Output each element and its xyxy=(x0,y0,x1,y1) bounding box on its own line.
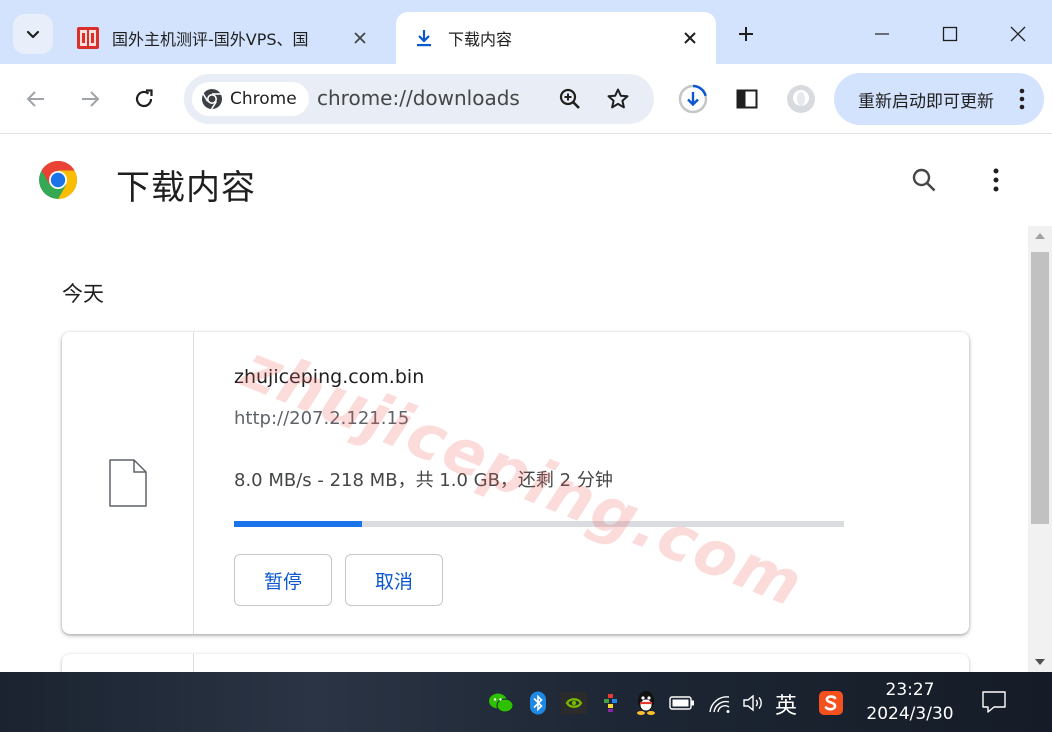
download-status: 8.0 MB/s - 218 MB，共 1.0 GB，还剩 2 分钟 xyxy=(234,470,613,491)
file-icon-column xyxy=(62,332,194,634)
chrome-chip[interactable]: Chrome xyxy=(192,82,309,116)
side-panel-button[interactable] xyxy=(727,79,767,119)
reload-button[interactable] xyxy=(124,79,164,119)
download-progress-bar xyxy=(234,521,844,527)
update-label: 重新启动即可更新 xyxy=(858,91,994,112)
more-vert-icon xyxy=(1019,88,1025,110)
clock-time: 23:27 xyxy=(885,680,935,700)
minimize-icon xyxy=(875,33,889,35)
tab-strip: 国外主机测评-国外VPS、国 下载内容 xyxy=(0,0,1052,64)
scroll-down-icon[interactable] xyxy=(1034,658,1046,666)
app-tray-icon[interactable] xyxy=(598,690,624,716)
download-progress-icon xyxy=(678,84,708,114)
toolbar: Chrome chrome://downloads 重新启动即可更新 xyxy=(0,64,1052,134)
more-vert-icon xyxy=(993,168,999,192)
page-title: 下载内容 xyxy=(116,168,256,208)
close-icon xyxy=(1010,26,1026,42)
system-clock[interactable]: 23:27 2024/3/30 xyxy=(860,678,960,726)
download-filename[interactable]: zhujiceping.com.bin xyxy=(234,366,424,388)
input-method-indicator[interactable]: 英 xyxy=(775,688,797,720)
qq-icon[interactable] xyxy=(633,690,659,716)
progress-fill xyxy=(234,521,363,527)
pause-button[interactable]: 暂停 xyxy=(234,554,332,606)
new-tab-button[interactable] xyxy=(730,18,762,50)
bookmark-button[interactable] xyxy=(601,82,635,116)
profile-button[interactable] xyxy=(781,79,821,119)
tab-search-button[interactable] xyxy=(13,14,53,54)
close-tab-icon[interactable] xyxy=(348,26,372,50)
wechat-icon[interactable] xyxy=(488,690,514,716)
relaunch-update-button[interactable]: 重新启动即可更新 xyxy=(834,73,1044,125)
arrow-right-icon xyxy=(82,91,100,107)
scrollbar-thumb[interactable] xyxy=(1031,252,1049,524)
search-icon xyxy=(912,168,936,192)
zoom-button[interactable] xyxy=(553,82,587,116)
scroll-up-icon[interactable] xyxy=(1034,232,1046,240)
star-icon xyxy=(607,88,629,109)
downloads-button[interactable] xyxy=(673,79,713,119)
maximize-icon xyxy=(942,26,958,42)
close-tab-icon[interactable] xyxy=(678,26,702,50)
chrome-icon xyxy=(202,89,222,110)
url-text[interactable]: chrome://downloads xyxy=(317,86,520,110)
plus-icon xyxy=(739,27,753,41)
chevron-down-icon xyxy=(26,30,40,39)
maximize-button[interactable] xyxy=(930,14,970,54)
tab-title: 国外主机测评-国外VPS、国 xyxy=(112,30,309,49)
bluetooth-icon[interactable] xyxy=(525,690,551,716)
close-window-button[interactable] xyxy=(998,14,1038,54)
date-section-heading: 今天 xyxy=(62,282,104,306)
forward-button[interactable] xyxy=(70,79,110,119)
chip-label: Chrome xyxy=(230,89,297,109)
download-item-card: zhujiceping.com.bin http://207.2.121.15 … xyxy=(62,332,969,634)
site-favicon-icon xyxy=(76,26,100,50)
zoom-in-icon xyxy=(559,88,580,109)
sogou-ime-icon[interactable] xyxy=(818,690,844,716)
tab-title: 下载内容 xyxy=(448,30,513,49)
reload-icon xyxy=(135,89,153,108)
search-downloads-button[interactable] xyxy=(904,160,944,200)
minimize-button[interactable] xyxy=(862,14,902,54)
chrome-logo-icon xyxy=(39,161,77,199)
avatar-icon xyxy=(787,85,815,113)
back-button[interactable] xyxy=(16,79,56,119)
tab-downloads[interactable]: 下载内容 xyxy=(396,12,716,64)
omnibox[interactable]: Chrome chrome://downloads xyxy=(184,74,654,124)
file-icon xyxy=(108,459,147,507)
notification-icon[interactable] xyxy=(980,688,1008,716)
scrollbar[interactable] xyxy=(1028,226,1052,672)
battery-icon[interactable] xyxy=(669,690,695,716)
volume-icon[interactable] xyxy=(741,690,767,716)
nvidia-icon[interactable] xyxy=(561,690,587,716)
wifi-icon[interactable] xyxy=(706,690,732,716)
cancel-button[interactable]: 取消 xyxy=(345,554,443,606)
tab-zhujiceping[interactable]: 国外主机测评-国外VPS、国 xyxy=(64,12,386,64)
side-panel-icon xyxy=(736,89,758,109)
more-actions-button[interactable] xyxy=(976,160,1016,200)
download-icon xyxy=(412,26,436,50)
clock-date: 2024/3/30 xyxy=(866,704,954,724)
taskbar: 英 23:27 2024/3/30 xyxy=(0,672,1052,732)
download-source-url[interactable]: http://207.2.121.15 xyxy=(234,408,409,429)
arrow-left-icon xyxy=(26,91,44,107)
